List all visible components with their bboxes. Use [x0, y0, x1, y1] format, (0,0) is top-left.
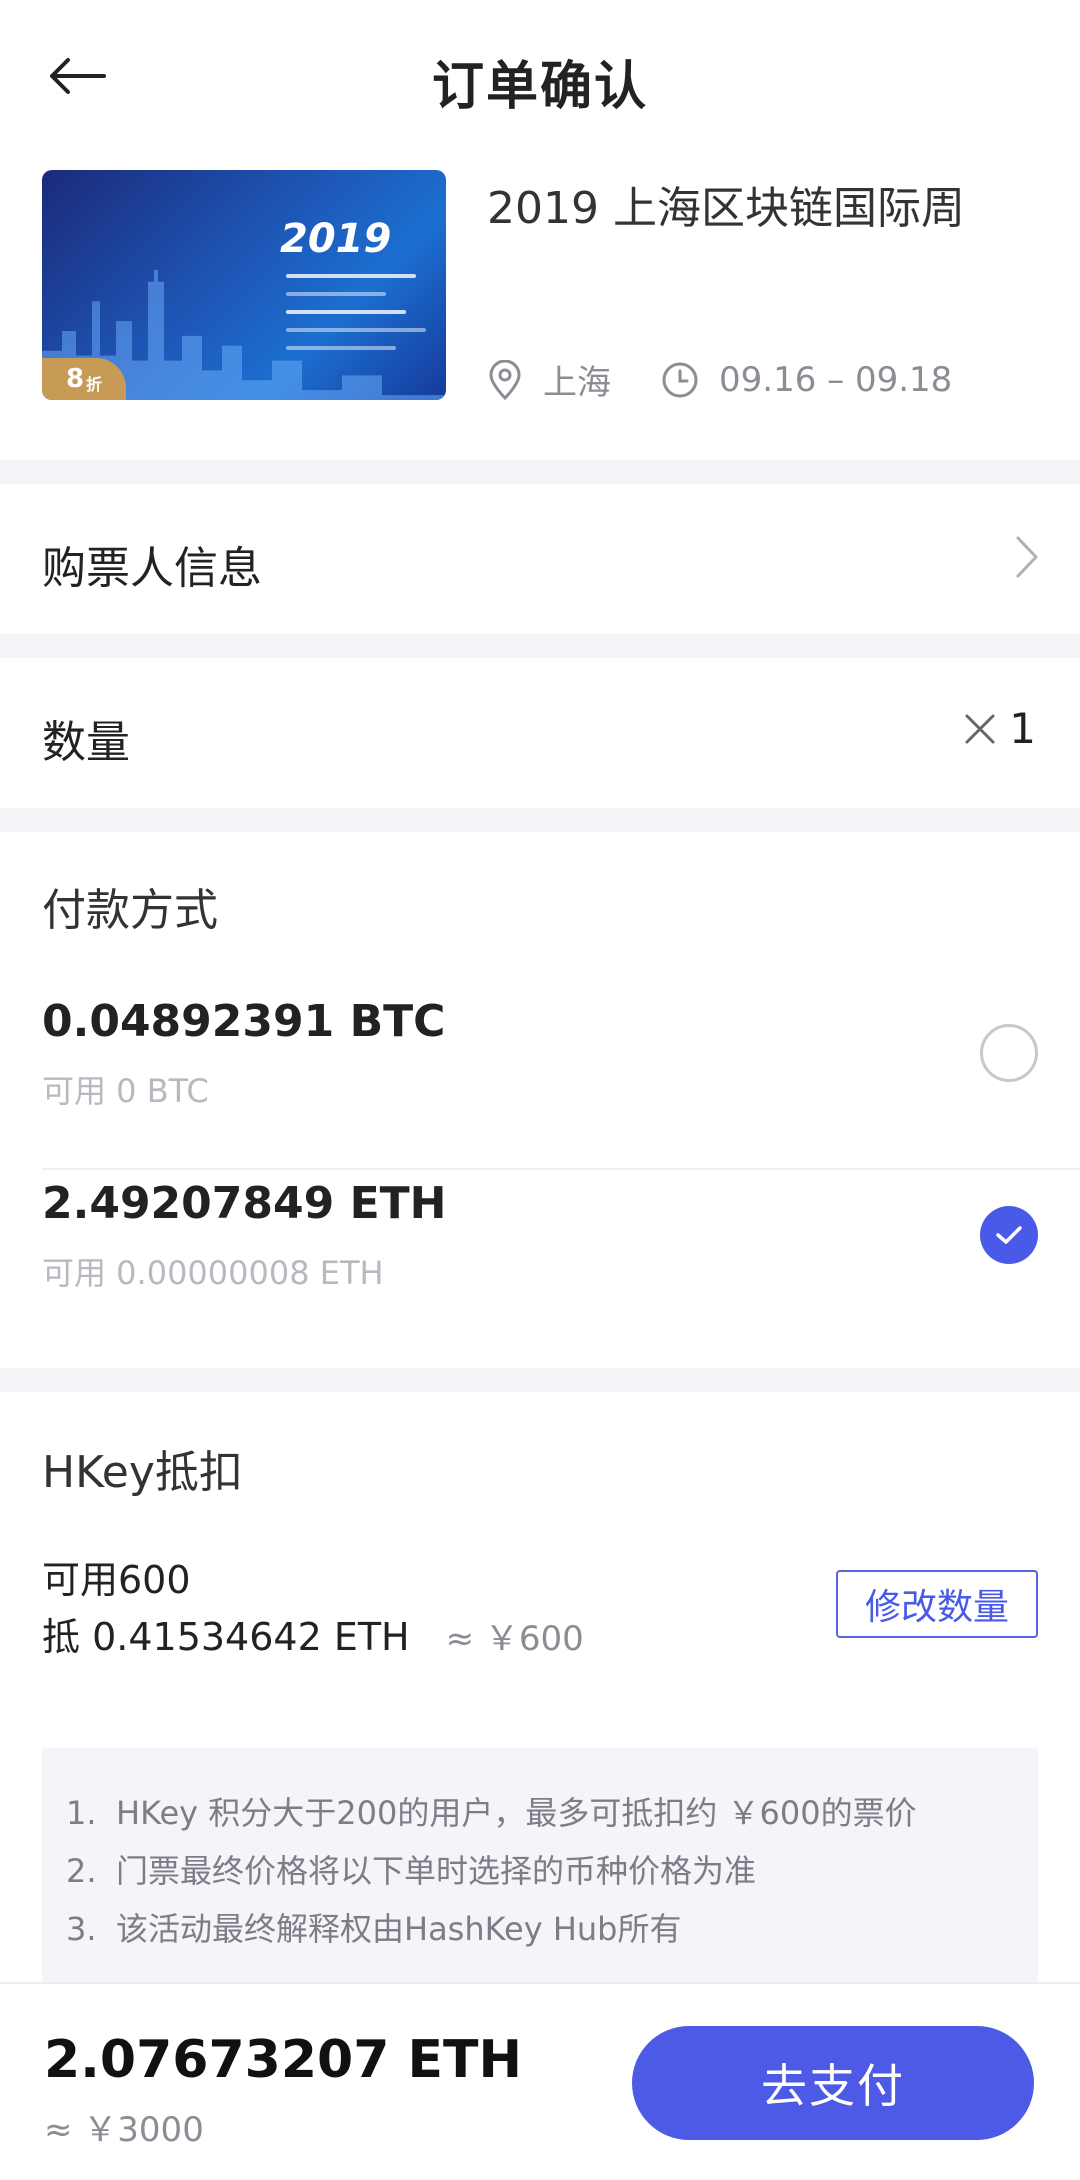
poster-text-line [286, 346, 396, 350]
hkey-deduct-amount: 抵 0.41534642 ETH [42, 1615, 410, 1659]
note-number: 1. [66, 1794, 97, 1832]
event-location-text: 上海 [543, 363, 611, 403]
checkmark-icon [996, 1226, 1022, 1244]
event-location: 上海 [487, 355, 611, 404]
payment-available: 可用 0 BTC [42, 1072, 209, 1110]
poster-text-line [286, 328, 426, 332]
buyer-info-row[interactable]: 购票人信息 [0, 484, 1080, 634]
header: 订单确认 [0, 0, 1080, 150]
quantity-label: 数量 [42, 717, 130, 768]
note-text: HKey 积分大于200的用户，最多可抵扣约 ￥600的票价 [116, 1794, 917, 1832]
payment-option-eth[interactable]: 2.49207849 ETH 可用 0.00000008 ETH [42, 1166, 1038, 1346]
event-meta: 上海 09.16 – 09.18 [487, 355, 1002, 404]
note-item: 2. 门票最终价格将以下单时选择的币种价格为准 [66, 1842, 1014, 1900]
section-divider [0, 460, 1080, 484]
event-dates: 09.16 – 09.18 [661, 360, 952, 400]
section-divider [0, 1368, 1080, 1392]
note-text: 门票最终价格将以下单时选择的币种价格为准 [116, 1852, 757, 1890]
total-cny: ≈ ￥3000 [44, 2110, 204, 2150]
payment-available: 可用 0.00000008 ETH [42, 1254, 384, 1292]
note-item: 1. HKey 积分大于200的用户，最多可抵扣约 ￥600的票价 [66, 1784, 1014, 1842]
section-divider [0, 808, 1080, 832]
page-title: 订单确认 [431, 57, 648, 117]
discount-unit: 折 [86, 375, 103, 394]
payment-amount: 0.04892391 BTC [42, 996, 446, 1047]
chevron-right-icon [1016, 536, 1038, 578]
poster-text-line [286, 274, 416, 278]
hkey-section: HKey抵扣 可用600 抵 0.41534642 ETH ≈ ￥600 修改数… [0, 1392, 1080, 1998]
hkey-notes: 1. HKey 积分大于200的用户，最多可抵扣约 ￥600的票价 2. 门票最… [42, 1748, 1038, 1998]
buyer-info-label: 购票人信息 [42, 543, 262, 594]
note-number: 2. [66, 1852, 97, 1890]
hkey-title: HKey抵扣 [42, 1447, 243, 1498]
hkey-deduct: 抵 0.41534642 ETH ≈ ￥600 [42, 1606, 584, 1661]
multiply-icon [965, 714, 995, 743]
total-amount: 2.07673207 ETH [44, 2030, 523, 2090]
checkout-bar: 2.07673207 ETH ≈ ￥3000 去支付 [0, 1982, 1080, 2180]
location-pin-icon [489, 359, 521, 400]
poster-text-line [286, 292, 386, 296]
poster-year: 2019 [280, 216, 392, 262]
note-number: 3. [66, 1910, 97, 1948]
radio-btc[interactable] [980, 1024, 1038, 1082]
section-divider [0, 634, 1080, 658]
payment-amount: 2.49207849 ETH [42, 1178, 447, 1229]
hkey-deduct-cny: ≈ ￥600 [445, 1619, 584, 1659]
event-card[interactable]: 2019 8折 2019 上海区块链国际周 上海 09.16 – 09.18 [0, 150, 1080, 460]
radio-eth[interactable] [980, 1206, 1038, 1264]
poster-text-line [286, 310, 406, 314]
note-text: 该活动最终解释权由HashKey Hub所有 [116, 1910, 682, 1948]
note-item: 3. 该活动最终解释权由HashKey Hub所有 [66, 1900, 1014, 1958]
event-title: 2019 上海区块链国际周 [487, 183, 965, 234]
pay-button[interactable]: 去支付 [632, 2026, 1034, 2140]
quantity-row: 数量 1 [0, 658, 1080, 808]
quantity-number: 1 [1009, 704, 1036, 753]
payment-title: 付款方式 [42, 885, 218, 936]
event-poster: 2019 8折 [42, 170, 446, 400]
clock-icon [662, 362, 698, 397]
modify-quantity-button[interactable]: 修改数量 [836, 1570, 1038, 1638]
hkey-available: 可用600 [42, 1558, 191, 1602]
discount-value: 8 [65, 364, 85, 394]
payment-section: 付款方式 0.04892391 BTC 可用 0 BTC 2.49207849 … [0, 832, 1080, 1368]
event-dates-text: 09.16 – 09.18 [719, 359, 953, 400]
quantity-value: 1 [963, 704, 1036, 753]
discount-badge: 8折 [42, 358, 126, 400]
payment-option-btc[interactable]: 0.04892391 BTC 可用 0 BTC [42, 982, 1038, 1162]
